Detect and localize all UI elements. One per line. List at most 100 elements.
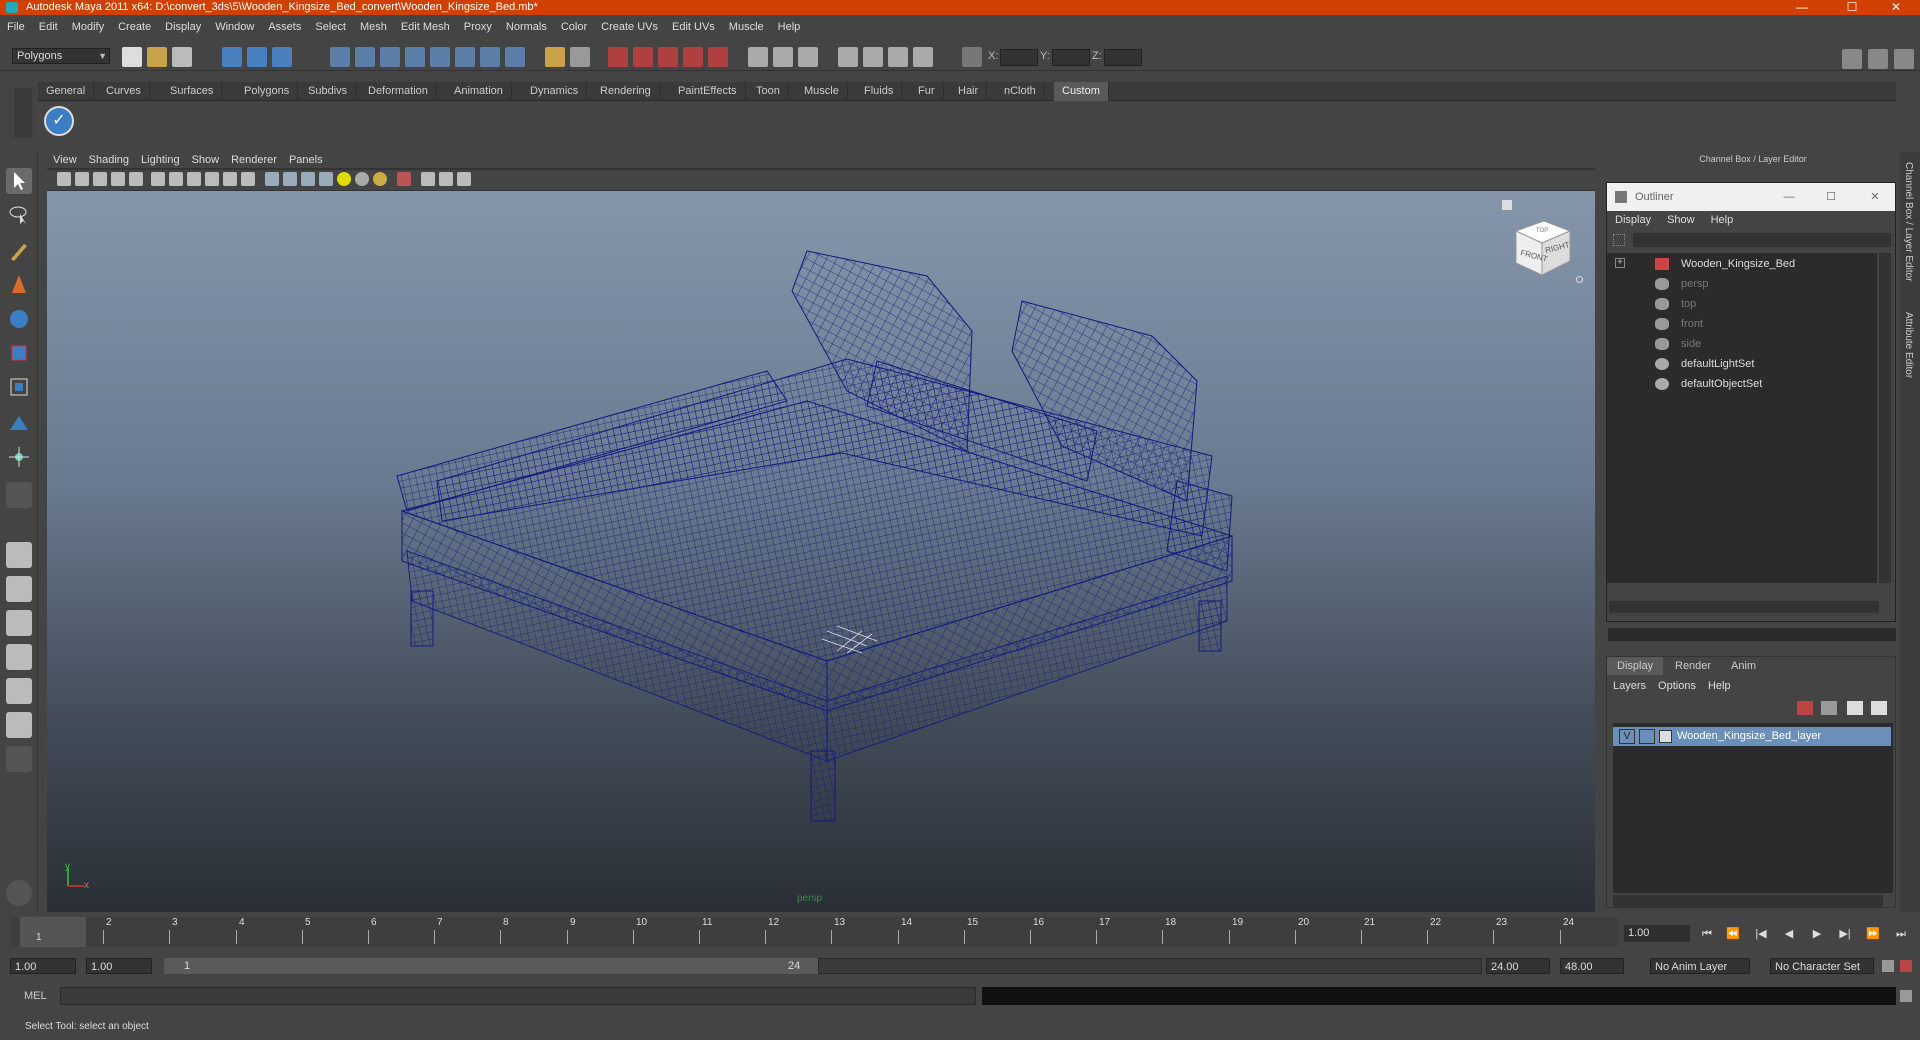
- remove-from-layer-icon[interactable]: [1871, 701, 1887, 715]
- layer-color-swatch[interactable]: [1659, 730, 1672, 743]
- move-tool-icon[interactable]: [6, 272, 32, 298]
- safe-action-icon[interactable]: [223, 172, 237, 186]
- outliner-item-top[interactable]: top: [1681, 295, 1696, 313]
- select-object-icon[interactable]: [247, 47, 267, 67]
- viewport-canvas[interactable]: [47, 191, 1595, 912]
- menu-muscle[interactable]: Muscle: [722, 19, 771, 35]
- layer-name[interactable]: Wooden_Kingsize_Bed_layer: [1677, 727, 1821, 746]
- anim-layer-selector[interactable]: No Anim Layer: [1650, 958, 1750, 974]
- menu-window[interactable]: Window: [208, 19, 261, 35]
- menu-edit-mesh[interactable]: Edit Mesh: [394, 19, 457, 35]
- outliner-vertical-scrollbar[interactable]: [1879, 253, 1891, 583]
- construction-history-icon[interactable]: [798, 47, 818, 67]
- snap-point-icon[interactable]: [658, 47, 678, 67]
- make-live-icon[interactable]: [708, 47, 728, 67]
- filter-icon[interactable]: [1613, 234, 1625, 246]
- scale-tool-icon[interactable]: [6, 340, 32, 366]
- layer-horizontal-scrollbar[interactable]: [1613, 895, 1883, 907]
- viewport-menu-view[interactable]: View: [47, 152, 83, 168]
- viewcube-graphic[interactable]: FRONT RIGHT TOP: [1506, 213, 1576, 283]
- mel-language-toggle[interactable]: MEL: [8, 988, 58, 1004]
- command-input[interactable]: [60, 987, 976, 1005]
- outliner-horizontal-scrollbar[interactable]: [1609, 601, 1879, 613]
- ipr-render-icon[interactable]: [888, 47, 908, 67]
- animation-preferences-icon[interactable]: [1900, 960, 1912, 972]
- shadows-icon[interactable]: [373, 172, 387, 186]
- xray-icon[interactable]: [421, 172, 435, 186]
- hud-icon[interactable]: [457, 172, 471, 186]
- tab-fluids[interactable]: Fluids: [856, 82, 903, 101]
- shelf-menu-handle[interactable]: [14, 88, 32, 138]
- range-slider[interactable]: 1 24: [164, 958, 818, 974]
- single-perspective-layout-icon[interactable]: [6, 542, 32, 568]
- tab-general[interactable]: General: [38, 82, 95, 101]
- more-layouts-icon[interactable]: [6, 746, 32, 772]
- select-by-surface-icon[interactable]: [405, 47, 425, 67]
- outliner-minimize-button[interactable]: —: [1779, 183, 1799, 211]
- outliner-close-button[interactable]: ✕: [1865, 183, 1885, 211]
- tab-surfaces[interactable]: Surfaces: [162, 82, 223, 101]
- menu-create[interactable]: Create: [111, 19, 158, 35]
- four-view-layout-icon[interactable]: [6, 576, 32, 602]
- viewport-menu-show[interactable]: Show: [186, 152, 226, 168]
- step-forward-frame-button[interactable]: ▶|: [1835, 926, 1855, 942]
- z-field[interactable]: [1104, 49, 1142, 66]
- field-chart-icon[interactable]: [205, 172, 219, 186]
- go-to-end-button[interactable]: ⏭: [1891, 926, 1911, 942]
- tab-subdivs[interactable]: Subdivs: [300, 82, 357, 101]
- outliner-menu-display[interactable]: Display: [1607, 211, 1659, 230]
- viewport-menu-shading[interactable]: Shading: [83, 152, 135, 168]
- tab-fur[interactable]: Fur: [910, 82, 944, 101]
- outliner-item-persp[interactable]: persp: [1681, 275, 1709, 293]
- toggle-attribute-editor-icon[interactable]: [1842, 49, 1862, 69]
- menu-modify[interactable]: Modify: [65, 19, 111, 35]
- outliner-item-side[interactable]: side: [1681, 335, 1701, 353]
- textured-icon[interactable]: [319, 172, 333, 186]
- tab-curves[interactable]: Curves: [98, 82, 150, 101]
- camera-attributes-icon[interactable]: [75, 172, 89, 186]
- tab-animation[interactable]: Animation: [446, 82, 512, 101]
- animation-start-field[interactable]: 1.00: [10, 958, 76, 974]
- input-history-icon[interactable]: [748, 47, 768, 67]
- last-tool-icon[interactable]: [6, 444, 32, 470]
- step-forward-key-button[interactable]: ⏩: [1863, 926, 1883, 942]
- menu-assets[interactable]: Assets: [261, 19, 308, 35]
- toggle-tool-settings-icon[interactable]: [1868, 49, 1888, 69]
- default-lighting-icon[interactable]: [337, 172, 351, 186]
- persp-outliner-layout-icon[interactable]: [6, 610, 32, 636]
- tab-channel-box[interactable]: Channel Box / Layer Editor: [1903, 162, 1914, 282]
- outliner-item-wooden-kingsize-bed[interactable]: Wooden_Kingsize_Bed: [1681, 255, 1795, 273]
- select-by-misc-icon[interactable]: [505, 47, 525, 67]
- go-to-start-button[interactable]: ⏮: [1697, 926, 1717, 942]
- paint-select-tool-icon[interactable]: [6, 238, 32, 264]
- rotate-tool-icon[interactable]: [6, 306, 32, 332]
- new-scene-icon[interactable]: [122, 47, 142, 67]
- viewport-menu-lighting[interactable]: Lighting: [135, 152, 186, 168]
- wireframe-shading-icon[interactable]: [265, 172, 279, 186]
- tab-dynamics[interactable]: Dynamics: [522, 82, 588, 101]
- select-camera-icon[interactable]: [57, 172, 71, 186]
- snap-view-plane-icon[interactable]: [683, 47, 703, 67]
- step-back-frame-button[interactable]: |◀: [1751, 926, 1771, 942]
- select-by-dynamic-icon[interactable]: [455, 47, 475, 67]
- select-by-rendering-icon[interactable]: [480, 47, 500, 67]
- toggle-channel-box-icon[interactable]: [1894, 49, 1914, 69]
- layer-menu-help[interactable]: Help: [1702, 677, 1737, 695]
- select-by-deformation-icon[interactable]: [430, 47, 450, 67]
- play-forwards-button[interactable]: ▶: [1807, 926, 1827, 942]
- hypershade-layout-icon[interactable]: [6, 678, 32, 704]
- highlight-selection-icon[interactable]: [570, 47, 590, 67]
- menu-display[interactable]: Display: [158, 19, 208, 35]
- open-scene-icon[interactable]: [147, 47, 167, 67]
- tab-custom[interactable]: Custom: [1054, 82, 1109, 101]
- soft-mod-tool-icon[interactable]: [6, 410, 32, 436]
- play-backwards-button[interactable]: ◀: [1779, 926, 1799, 942]
- tab-rendering[interactable]: Rendering: [592, 82, 660, 101]
- layer-menu-options[interactable]: Options: [1652, 677, 1702, 695]
- add-to-layer-icon[interactable]: [1847, 701, 1863, 715]
- persp-graph-layout-icon[interactable]: [6, 644, 32, 670]
- menu-mesh[interactable]: Mesh: [353, 19, 394, 35]
- select-tool-icon[interactable]: [6, 168, 32, 194]
- close-button[interactable]: ✕: [1876, 0, 1916, 15]
- select-by-curve-icon[interactable]: [380, 47, 400, 67]
